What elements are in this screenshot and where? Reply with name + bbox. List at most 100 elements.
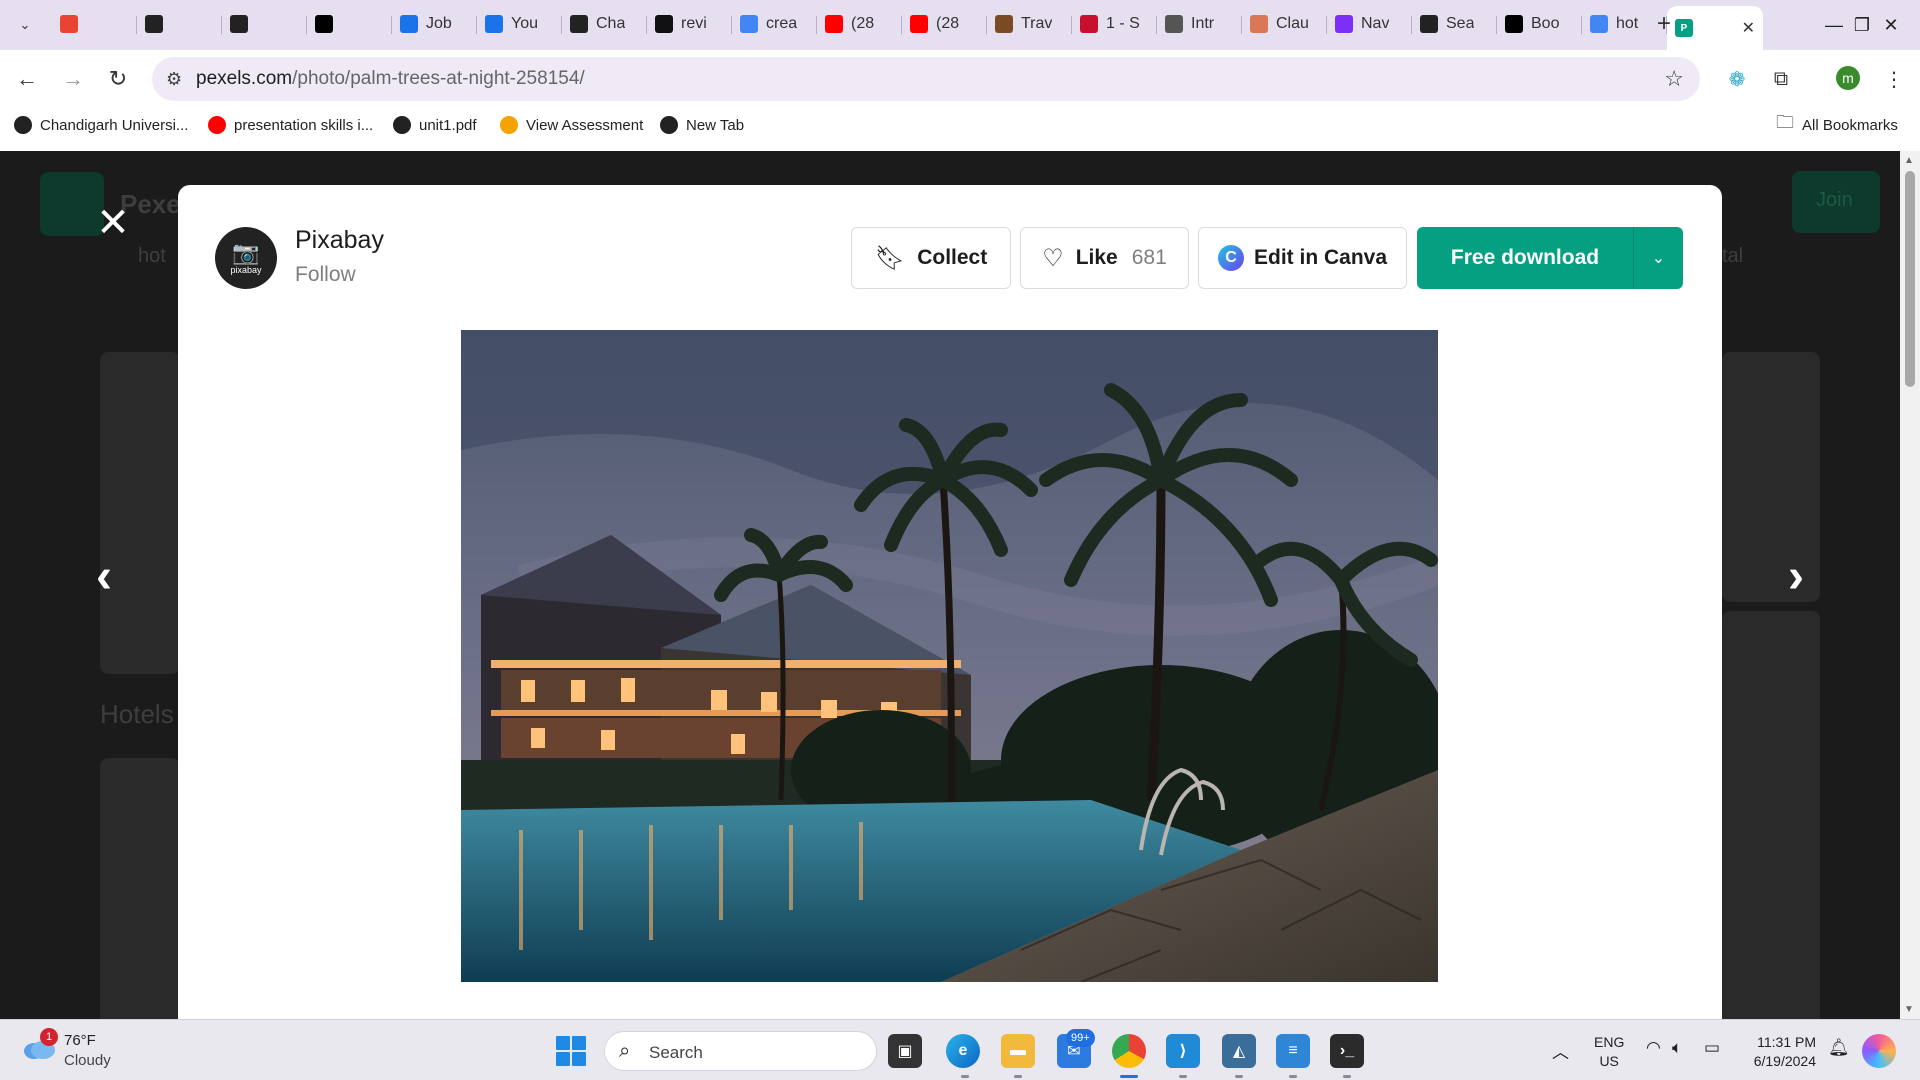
start-button[interactable] — [556, 1036, 586, 1066]
main-photo[interactable] — [461, 330, 1438, 982]
clock[interactable]: 11:31 PM 6/19/2024 — [1740, 1033, 1816, 1071]
browser-tab[interactable]: Cha — [562, 6, 647, 42]
edit-in-canva-button[interactable]: C Edit in Canva — [1198, 227, 1407, 289]
browser-tab[interactable] — [137, 6, 222, 42]
vscode-icon[interactable]: ⟩ — [1166, 1034, 1200, 1068]
tab-title: Clau — [1276, 15, 1309, 32]
volume-icon[interactable]: 🔈︎ — [1672, 1038, 1682, 1058]
close-tab-icon[interactable]: ✕ — [1742, 18, 1755, 38]
browser-tab-active[interactable]: P ✕ — [1667, 6, 1763, 50]
next-photo-button[interactable]: › — [1778, 553, 1814, 601]
wifi-icon[interactable]: ◠ — [1646, 1038, 1661, 1058]
camera-icon: 📷 — [232, 239, 260, 265]
tab-title: 1 - S — [1106, 15, 1140, 32]
site-info-icon[interactable]: ⚙ — [166, 69, 182, 90]
author-avatar[interactable]: 📷 pixabay — [215, 227, 277, 289]
tab-search-button[interactable]: ⌄ — [10, 10, 40, 40]
browser-tab[interactable]: (28 — [817, 6, 902, 42]
plus-icon: + — [1656, 10, 1671, 37]
clock-date: 6/19/2024 — [1753, 1053, 1816, 1069]
pexels-logo — [40, 172, 104, 236]
close-window-button[interactable]: ✕ — [1862, 0, 1920, 50]
google-icon — [740, 15, 758, 33]
previous-photo-button[interactable]: ‹ — [86, 553, 122, 601]
browser-tab[interactable]: Clau — [1242, 6, 1327, 42]
bookmark-item[interactable]: Chandigarh Universi... — [14, 111, 188, 139]
language-indicator[interactable]: ENG US — [1594, 1033, 1624, 1071]
collect-button[interactable]: 🔖︎ Collect — [851, 227, 1011, 289]
browser-tab[interactable]: You — [477, 6, 562, 42]
copilot-icon[interactable] — [1862, 1034, 1896, 1068]
browser-menu-icon[interactable]: ⋮ — [1879, 64, 1909, 94]
avatar-label: pixabay — [230, 264, 262, 275]
chrome-icon[interactable] — [1112, 1034, 1146, 1068]
address-bar[interactable]: ⚙ pexels.com/photo/palm-trees-at-night-2… — [152, 57, 1700, 101]
browser-tab[interactable]: Trav — [987, 6, 1072, 42]
task-view-icon[interactable]: ▣ — [888, 1034, 922, 1068]
back-button[interactable]: ← — [10, 62, 44, 96]
close-modal-button[interactable]: ✕ — [96, 203, 130, 243]
browser-tab[interactable]: Boo — [1497, 6, 1582, 42]
page-scrollbar[interactable]: ▲ ▼ — [1900, 151, 1920, 1019]
scroll-up-icon[interactable]: ▲ — [1904, 155, 1914, 166]
like-label: Like — [1075, 246, 1118, 269]
tab-strip: ⌄ Job You Cha revi crea (28 (28 Trav 1 - S Intr Cl… — [0, 0, 1920, 50]
bookmarks-bar: Chandigarh Universi... presentation skill… — [0, 111, 1920, 151]
browser-tab[interactable]: crea — [732, 6, 817, 42]
browser-tab[interactable]: Intr — [1157, 6, 1242, 42]
taskbar-search[interactable]: ⌕ Search — [604, 1031, 877, 1071]
globe-icon — [393, 116, 411, 134]
youtube-icon — [208, 116, 226, 134]
terminal-running-dot — [1343, 1075, 1351, 1078]
download-options-chevron-icon[interactable]: ⌄ — [1634, 248, 1683, 268]
database-app-icon[interactable]: ◭ — [1222, 1034, 1256, 1068]
db-running-dot — [1235, 1075, 1243, 1078]
tab-title: Trav — [1021, 15, 1053, 32]
follow-button[interactable]: Follow — [295, 263, 356, 287]
openai-icon — [570, 15, 588, 33]
bookmark-item[interactable]: New Tab — [660, 111, 744, 139]
tab-title: You — [511, 15, 538, 32]
profile-avatar[interactable]: m — [1836, 66, 1860, 90]
scroll-thumb[interactable] — [1905, 171, 1915, 387]
browser-tab[interactable]: Nav — [1327, 6, 1412, 42]
tab-title: hot — [1616, 15, 1639, 32]
bookmark-label: presentation skills i... — [234, 116, 374, 134]
url-text[interactable]: pexels.com/photo/palm-trees-at-night-258… — [196, 68, 585, 90]
new-tab-button[interactable]: + — [1650, 10, 1678, 38]
show-hidden-icons-chevron-icon[interactable]: ︿ — [1552, 1038, 1569, 1063]
close-icon: ✕ — [96, 201, 130, 245]
browser-tab[interactable]: Sea — [1412, 6, 1497, 42]
all-bookmarks-button[interactable]: 🗀 All Bookmarks — [1776, 111, 1898, 139]
terminal-icon[interactable]: ›_ — [1330, 1034, 1364, 1068]
like-button[interactable]: ♡ Like 681 — [1020, 227, 1189, 289]
browser-tab[interactable]: revi — [647, 6, 732, 42]
reload-button[interactable]: ↻ — [101, 62, 135, 96]
edge-icon[interactable]: e — [946, 1034, 980, 1068]
browser-tab[interactable]: (28 — [902, 6, 987, 42]
tab-title: (28 — [936, 15, 960, 32]
notepad-icon[interactable]: ≡ — [1276, 1034, 1310, 1068]
extension-icon[interactable]: ❁ — [1722, 64, 1752, 94]
browser-tab[interactable] — [222, 6, 307, 42]
profile-initial: m — [1842, 70, 1854, 86]
bg-photo-left-bottom — [100, 758, 180, 1019]
bookmark-item[interactable]: unit1.pdf — [393, 111, 477, 139]
browser-tab[interactable] — [307, 6, 392, 42]
bookmark-item[interactable]: View Assessment — [500, 111, 643, 139]
browser-tab[interactable] — [52, 6, 137, 42]
bookmark-star-icon[interactable]: ☆ — [1664, 66, 1684, 92]
canva-icon: C — [1217, 245, 1244, 271]
browser-tab[interactable]: Job — [392, 6, 477, 42]
scroll-down-icon[interactable]: ▼ — [1904, 1004, 1914, 1015]
bookmark-item[interactable]: presentation skills i... — [208, 111, 373, 139]
author-name[interactable]: Pixabay — [295, 226, 384, 255]
extensions-puzzle-icon[interactable]: ⧉ — [1766, 64, 1796, 94]
file-explorer-icon[interactable]: ▬ — [1001, 1034, 1035, 1068]
battery-icon[interactable]: ▭ — [1704, 1038, 1720, 1058]
tab-title: Job — [426, 15, 452, 32]
forward-button[interactable]: → — [56, 62, 90, 96]
notification-bell-icon[interactable]: 🔔︎ — [1828, 1038, 1850, 1058]
browser-tab[interactable]: 1 - S — [1072, 6, 1157, 42]
free-download-button[interactable]: Free download ⌄ — [1417, 227, 1683, 289]
